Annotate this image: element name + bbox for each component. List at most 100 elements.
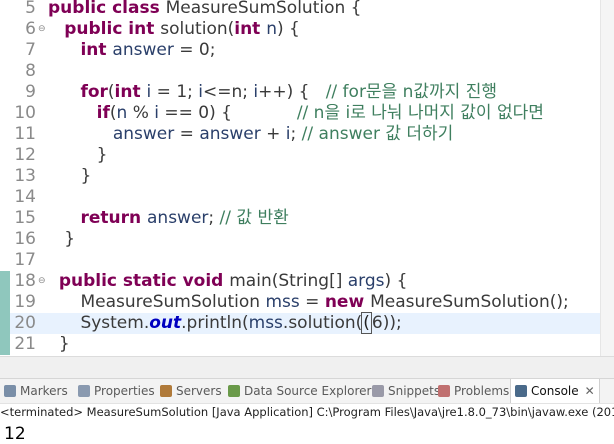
code-token: System. — [80, 313, 150, 333]
code-token: } — [96, 145, 108, 165]
code-line[interactable]: 9 for(int i = 1; i<=n; i++) { // for문을 n… — [0, 82, 614, 103]
code-token: mss — [265, 292, 300, 312]
code-text[interactable]: return answer; // 값 반환 — [48, 208, 288, 229]
code-token: .solution( — [282, 313, 363, 333]
line-number: 16 — [14, 229, 36, 249]
close-icon[interactable]: ✕ — [585, 384, 595, 398]
code-text[interactable]: } — [48, 166, 91, 187]
code-line[interactable]: 5 public class MeasureSumSolution { — [0, 0, 614, 19]
code-text[interactable]: MeasureSumSolution mss = new MeasureSumS… — [48, 292, 569, 313]
tab-servers[interactable]: Servers — [160, 379, 222, 403]
tab-properties[interactable]: Properties — [78, 379, 155, 403]
code-token: mss — [248, 313, 283, 333]
line-number: 13 — [14, 166, 36, 186]
code-token: ( — [109, 103, 117, 123]
text-cursor: ( — [361, 312, 372, 334]
tab-data-source-explorer[interactable]: Data Source Explorer — [228, 379, 371, 403]
line-number: 5 — [25, 0, 36, 18]
code-token: out — [149, 313, 182, 333]
line-number: 6 — [25, 19, 36, 39]
fold-toggle-icon[interactable]: ⊖ — [38, 24, 46, 34]
tab-console[interactable]: Console ✕ — [510, 379, 600, 403]
code-editor[interactable]: 5 public class MeasureSumSolution {6 ⊖ pub… — [0, 0, 614, 356]
code-line[interactable]: 11 answer = answer + i; // answer 값 더하기 — [0, 124, 614, 145]
code-line[interactable]: 16 } — [0, 229, 614, 250]
code-token: ; — [290, 124, 302, 144]
code-comment: // answer 값 더하기 — [301, 124, 454, 144]
code-token: % — [127, 103, 155, 123]
code-token: answer — [147, 208, 209, 228]
code-text[interactable]: public class MeasureSumSolution { — [48, 0, 361, 19]
code-token: + — [260, 124, 286, 144]
vertical-scrollbar[interactable] — [600, 0, 614, 356]
code-token: answer — [112, 40, 174, 60]
tab-label: Problems — [454, 384, 510, 398]
bottom-panel-tabs: Markers Properties Servers Data Source Expl… — [0, 378, 614, 404]
code-text[interactable]: if(n % i == 0) { // n을 i로 나눠 나머지 값이 없다면 — [48, 103, 544, 124]
code-line[interactable]: 13 } — [0, 166, 614, 187]
code-token: main(String[] — [229, 271, 348, 291]
code-line[interactable]: 14 — [0, 187, 614, 208]
code-line[interactable]: 21 } — [0, 334, 614, 355]
code-text[interactable]: } — [48, 229, 75, 250]
line-number: 12 — [14, 145, 36, 165]
code-token: } — [58, 334, 70, 354]
code-token: answer — [199, 124, 261, 144]
code-token: == 0) { — [159, 103, 297, 123]
code-line[interactable]: 10 if(n % i == 0) { // n을 i로 나눠 나머지 값이 없… — [0, 103, 614, 124]
code-token: <=n; — [203, 82, 254, 102]
snippets-icon — [372, 385, 384, 397]
code-token: MeasureSumSolution(); — [370, 292, 569, 312]
console-status-line: <terminated> MeasureSumSolution [Java Ap… — [0, 405, 614, 419]
code-token: ) { — [277, 19, 300, 39]
code-keyword: if — [96, 103, 110, 123]
tab-markers[interactable]: Markers — [4, 379, 68, 403]
code-line[interactable]: 18 ⊖ public static void main(String[] arg… — [0, 271, 614, 292]
panel-divider[interactable] — [0, 356, 614, 379]
code-line[interactable]: 17 — [0, 250, 614, 271]
fold-toggle-icon[interactable]: ⊖ — [38, 276, 46, 286]
code-keyword: int — [234, 19, 267, 39]
code-text[interactable]: answer = answer + i; // answer 값 더하기 — [48, 124, 453, 145]
line-number: 10 — [14, 103, 36, 123]
code-text[interactable]: public int solution(int n) { — [48, 19, 300, 40]
code-token: solution( — [160, 19, 235, 39]
line-number: 8 — [25, 61, 36, 81]
line-number: 21 — [14, 334, 36, 354]
code-text[interactable]: } — [48, 334, 70, 355]
code-token: ; — [208, 208, 220, 228]
code-text[interactable]: System.out.println(mss.solution((6)); — [48, 312, 402, 334]
tab-label: Console — [531, 384, 579, 398]
code-token: = 0; — [173, 40, 216, 60]
code-token: ) { — [384, 271, 408, 291]
code-line[interactable]: 8 — [0, 61, 614, 82]
code-line[interactable]: 19 MeasureSumSolution mss = new MeasureS… — [0, 292, 614, 313]
code-line[interactable]: 6 ⊖ public int solution(int n) { — [0, 19, 614, 40]
tab-snippets[interactable]: Snippets — [372, 379, 440, 403]
line-number: 15 — [14, 208, 36, 228]
code-text[interactable]: int answer = 0; — [48, 40, 215, 61]
code-line[interactable]: 7 int answer = 0; — [0, 40, 614, 61]
properties-icon — [78, 385, 90, 397]
code-line[interactable]: 12 } — [0, 145, 614, 166]
code-text[interactable]: for(int i = 1; i<=n; i++) { // for문을 n값까… — [48, 82, 497, 103]
code-text[interactable]: public static void main(String[] args) { — [48, 271, 408, 292]
code-text[interactable]: } — [48, 145, 108, 166]
code-keyword: return — [80, 208, 147, 228]
code-token: MeasureSumSolution — [80, 292, 266, 312]
line-number: 17 — [14, 250, 36, 270]
line-number: 20 — [14, 313, 36, 333]
code-line[interactable]: 20 System.out.println(mss.solution((6)); — [0, 312, 614, 334]
tab-problems[interactable]: Problems — [438, 379, 509, 403]
code-line[interactable]: 15 return answer; // 값 반환 — [0, 208, 614, 229]
tab-label: Markers — [20, 384, 68, 398]
